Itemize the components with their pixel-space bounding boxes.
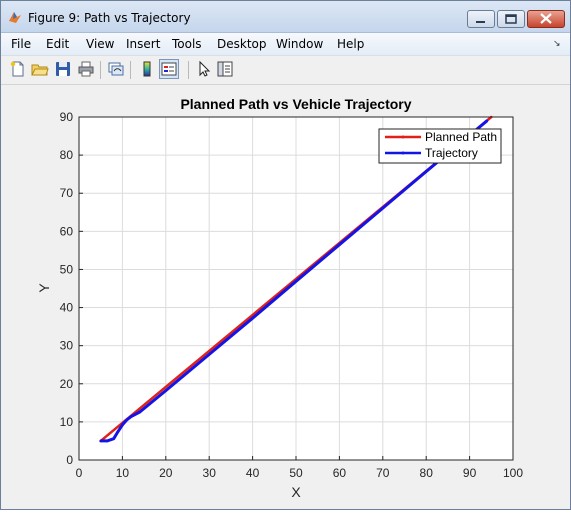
menu-view[interactable]: View [86,37,114,51]
matlab-logo-icon [9,12,21,23]
window-title: Figure 9: Path vs Trajectory [28,11,191,25]
legend-marker [401,151,405,155]
y-tick-label: 10 [60,415,74,429]
chart: 0 10 20 30 40 50 60 70 80 90 100 0 10 20 30 40 50 60 70 80 9… [36,96,523,500]
legend-marker [401,135,405,139]
maximize-icon [505,14,517,24]
y-tick-label: 70 [60,186,74,200]
menu-window[interactable]: Window [276,37,323,51]
maximize-button[interactable] [497,10,525,28]
x-tick-label: 100 [503,466,523,480]
print-icon[interactable] [77,60,95,78]
series-point [294,279,298,283]
series-point [485,119,489,123]
toolbar-separator [188,61,189,79]
property-editor-icon[interactable] [216,60,234,78]
new-figure-icon[interactable] [9,60,27,78]
x-tick-label: 20 [159,466,173,480]
chart-title: Planned Path vs Vehicle Trajectory [180,96,411,112]
legend-icon [161,62,177,76]
x-tick-label: 10 [116,466,130,480]
figure-toolbar [1,56,570,85]
x-tick-label: 50 [289,466,303,480]
legend-button[interactable] [159,59,179,79]
menu-desktop[interactable]: Desktop [217,37,267,51]
close-icon [540,13,552,24]
minimize-icon [476,21,485,23]
x-tick-label: 40 [246,466,260,480]
x-tick-label: 30 [203,466,217,480]
legend[interactable]: Planned Path Trajectory [378,128,502,164]
series-point [138,410,142,414]
plot-area: 0 10 20 30 40 50 60 70 80 90 100 0 10 20 30 40 50 60 70 80 9… [1,85,570,509]
x-tick-label: 80 [420,466,434,480]
colorbar-icon[interactable] [138,60,156,78]
y-tick-label: 60 [60,224,74,238]
legend-entry: Trajectory [425,146,478,160]
y-tick-label: 90 [60,110,74,124]
y-tick-label: 80 [60,148,74,162]
minimize-button[interactable] [467,10,495,28]
y-tick-label: 20 [60,377,74,391]
pointer-icon[interactable] [195,60,213,78]
series-point [424,170,428,173]
series-point [207,353,211,356]
x-tick-label: 60 [333,466,347,480]
menu-edit[interactable]: Edit [46,37,69,51]
title-bar[interactable]: Figure 9: Path vs Trajectory [1,1,570,33]
x-tick-label: 90 [463,466,477,480]
menu-insert[interactable]: Insert [126,37,160,51]
menu-bar: File Edit View Insert Tools Desktop Wind… [1,33,570,56]
menu-overflow-icon[interactable]: ↘ [553,38,561,49]
x-tick-label: 70 [376,466,390,480]
series-point [381,206,385,210]
series-point [121,423,124,427]
toolbar-separator [130,61,131,79]
series-point [125,418,129,422]
figure-window: Figure 9: Path vs Trajectory File Edit V… [0,0,571,510]
legend-entry: Planned Path [425,130,497,144]
close-button[interactable] [527,10,565,28]
open-file-icon[interactable] [31,60,49,78]
x-axis-label: X [291,484,301,500]
menu-help[interactable]: Help [337,37,364,51]
series-point [112,437,116,440]
toolbar-separator [100,61,101,79]
y-axis-label: Y [36,283,52,293]
series-point [251,316,254,320]
series-point [116,430,120,433]
x-tick-label: 0 [76,466,83,480]
series-point [164,389,168,392]
series-point [99,439,102,443]
y-tick-label: 0 [66,453,73,467]
series-point [129,415,133,418]
y-tick-label: 50 [60,262,74,276]
y-tick-label: 30 [60,339,74,353]
link-plot-icon[interactable] [107,60,125,78]
series-point [105,439,109,443]
menu-file[interactable]: File [11,37,31,51]
menu-tools[interactable]: Tools [172,37,202,51]
save-icon[interactable] [54,60,72,78]
y-tick-label: 40 [60,301,74,315]
series-point [338,243,341,246]
